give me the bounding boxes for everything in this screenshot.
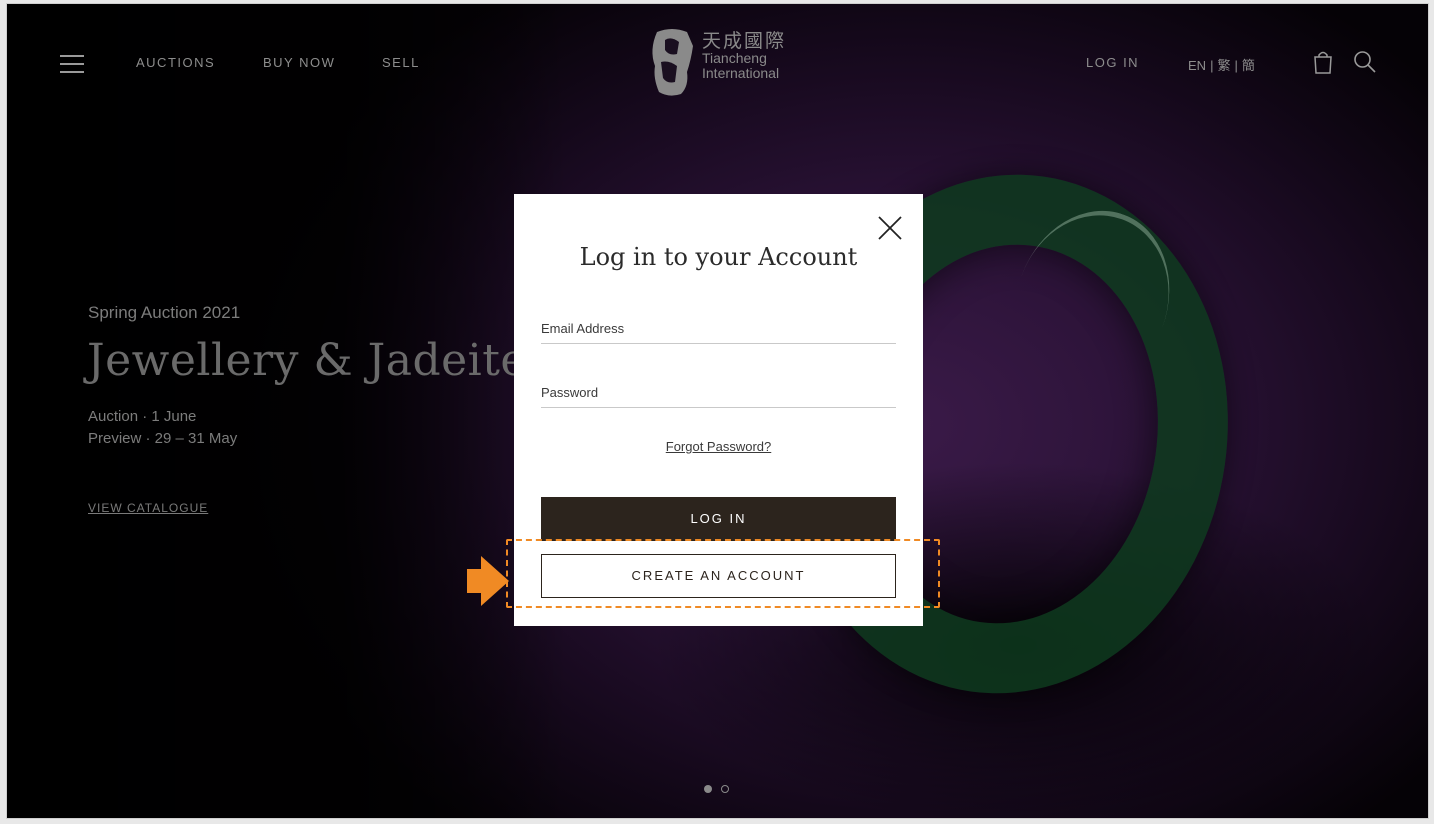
lang-simplified[interactable]: 簡 <box>1242 58 1255 73</box>
bag-icon[interactable] <box>1313 50 1333 74</box>
carousel-dots <box>704 780 738 798</box>
logo-emblem-icon[interactable] <box>647 26 697 98</box>
search-icon[interactable] <box>1353 50 1377 74</box>
menu-icon[interactable] <box>60 55 84 73</box>
lang-traditional[interactable]: 繁 <box>1217 58 1230 73</box>
email-field-wrapper <box>541 315 896 344</box>
view-catalogue-link[interactable]: VIEW CATALOGUE <box>88 501 208 515</box>
logo-english-1: Tiancheng <box>702 50 767 66</box>
logo-chinese: 天成國際 <box>702 31 787 52</box>
close-icon[interactable] <box>877 215 903 241</box>
login-button[interactable]: LOG IN <box>541 497 896 541</box>
language-switcher: EN | 繁 | 簡 <box>1188 55 1255 74</box>
modal-title: Log in to your Account <box>579 243 858 271</box>
nav-buy-now[interactable]: BUY NOW <box>263 55 335 70</box>
carousel-dot-2[interactable] <box>721 785 729 793</box>
site-header: AUCTIONS BUY NOW SELL 天成國際 Tiancheng Int… <box>7 4 1428 124</box>
forgot-password-link[interactable]: Forgot Password? <box>514 439 923 454</box>
annotation-arrow-icon <box>467 556 509 606</box>
page-frame: AUCTIONS BUY NOW SELL 天成國際 Tiancheng Int… <box>7 4 1428 818</box>
header-login-link[interactable]: LOG IN <box>1086 55 1139 70</box>
password-field[interactable] <box>541 379 896 405</box>
logo-english-2: International <box>702 65 780 81</box>
password-field-wrapper <box>541 379 896 408</box>
lang-separator: | <box>1210 58 1214 73</box>
logo-wordmark[interactable]: 天成國際 Tiancheng International <box>702 31 787 81</box>
carousel-dot-1[interactable] <box>704 785 712 793</box>
hero-auction-date: Auction · 1 June <box>88 408 197 425</box>
hero-eyebrow: Spring Auction 2021 <box>88 303 241 322</box>
nav-sell[interactable]: SELL <box>382 55 420 70</box>
lang-separator: | <box>1234 58 1238 73</box>
annotation-highlight-box <box>506 539 940 608</box>
hero-preview-date: Preview · 29 – 31 May <box>88 430 238 447</box>
hero-title: Jewellery & Jadeite <box>87 335 527 386</box>
lang-en[interactable]: EN <box>1188 58 1206 73</box>
nav-auctions[interactable]: AUCTIONS <box>136 55 215 70</box>
email-field[interactable] <box>541 315 896 341</box>
